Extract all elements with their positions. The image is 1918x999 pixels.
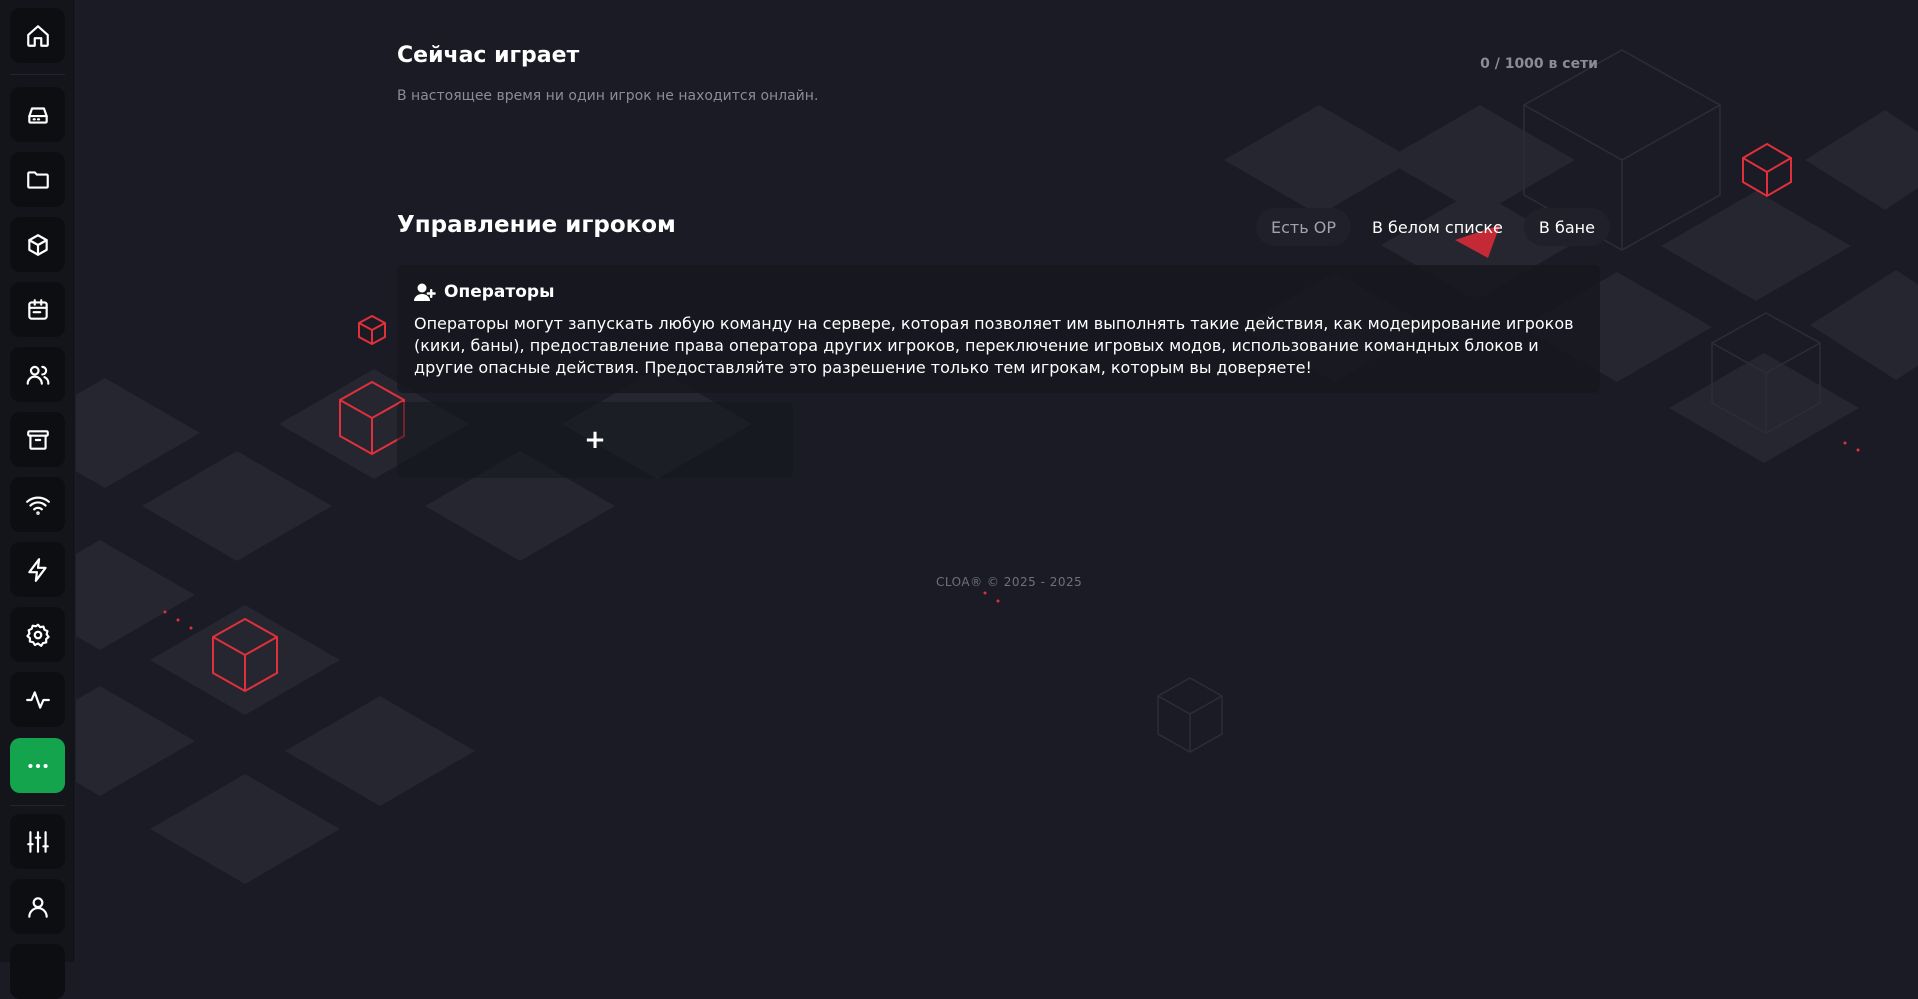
operators-card-header: Операторы — [414, 282, 554, 302]
operators-info-card: Операторы Операторы могут запускать любу… — [397, 265, 1600, 393]
add-player-button[interactable]: + — [397, 402, 793, 478]
tab-whitelist[interactable]: В белом списке — [1357, 208, 1518, 246]
tab-banned[interactable]: В бане — [1523, 208, 1610, 246]
now-playing-title: Сейчас играет — [397, 43, 580, 68]
player-filter-tabs: Есть OP В белом списке В бане — [1256, 208, 1610, 246]
now-playing-subtitle: В настоящее время ни один игрок не наход… — [397, 88, 819, 104]
player-management-title: Управление игроком — [397, 212, 676, 238]
operators-card-title: Операторы — [444, 282, 555, 302]
main-content: Сейчас играет В настоящее время ни один … — [0, 0, 1918, 962]
operators-card-text: Операторы могут запускать любую команду … — [414, 314, 1574, 377]
user-plus-icon — [414, 283, 436, 301]
tab-op[interactable]: Есть OP — [1256, 208, 1351, 246]
footer-copyright: CLOA® © 2025 - 2025 — [936, 575, 1083, 589]
online-count: 0 / 1000 в сети — [1480, 56, 1598, 72]
plus-icon: + — [584, 425, 606, 455]
